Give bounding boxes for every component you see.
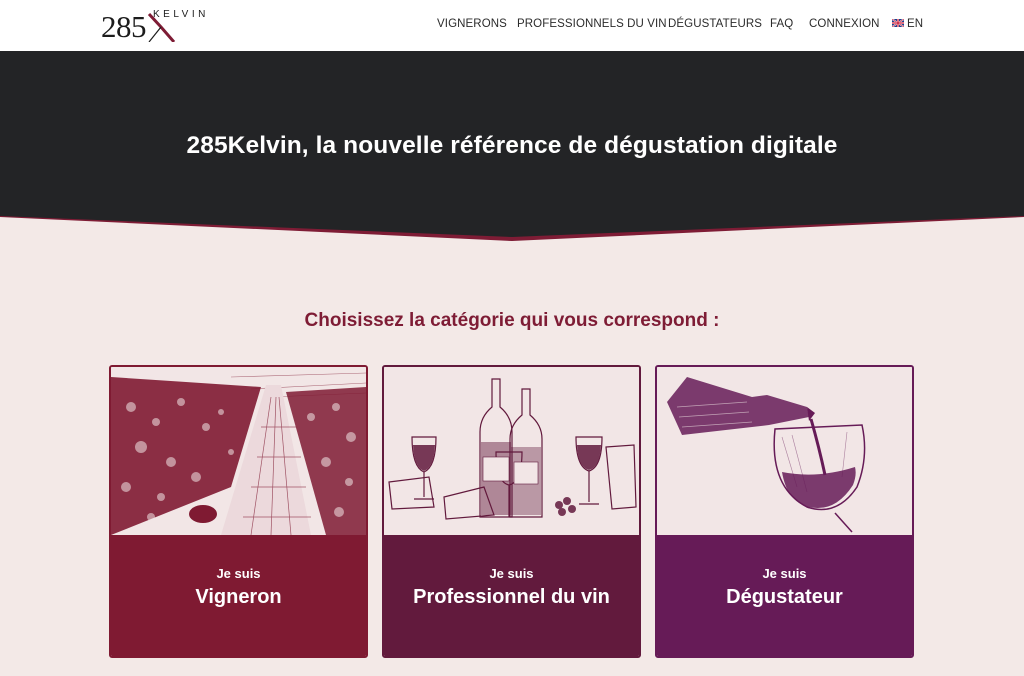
nav-item-connexion[interactable]: CONNEXION: [809, 18, 880, 30]
card-vigneron-footer: Je suis Vigneron: [111, 535, 366, 656]
hero-title: 285Kelvin, la nouvelle référence de dégu…: [186, 132, 838, 159]
card-professionnel-label: Professionnel du vin: [413, 586, 610, 608]
card-professionnel[interactable]: Je suis Professionnel du vin: [382, 365, 641, 658]
card-degustateur[interactable]: Je suis Dégustateur: [655, 365, 914, 658]
wine-pouring-glass-illustration: [657, 367, 912, 535]
nav-item-professionnels[interactable]: PROFESSIONNELS DU VIN: [517, 18, 667, 30]
uk-flag-icon: [892, 18, 904, 27]
main-nav: VIGNERONS PROFESSIONNELS DU VIN DÉGUSTAT…: [0, 0, 1024, 51]
wine-bottles-cheese-illustration: [384, 367, 639, 535]
card-professionnel-footer: Je suis Professionnel du vin: [384, 535, 639, 656]
nav-item-degustateurs[interactable]: DÉGUSTATEURS: [668, 18, 762, 30]
card-degustateur-prefix: Je suis: [762, 566, 807, 581]
card-degustateur-footer: Je suis Dégustateur: [657, 535, 912, 656]
site-header: 285 KELVIN VIGNERONS PROFESSIONNELS DU V…: [0, 0, 1024, 51]
vineyard-illustration: [111, 367, 366, 535]
card-vigneron[interactable]: Je suis Vigneron: [109, 365, 368, 658]
hero-banner: 285Kelvin, la nouvelle référence de dégu…: [0, 51, 1024, 247]
card-vigneron-label: Vigneron: [195, 586, 282, 608]
nav-item-vignerons[interactable]: VIGNERONS: [437, 18, 507, 30]
language-switcher[interactable]: EN: [892, 18, 923, 30]
card-professionnel-prefix: Je suis: [489, 566, 534, 581]
section-subtitle: Choisissez la catégorie qui vous corresp…: [304, 310, 720, 331]
nav-item-faq[interactable]: FAQ: [770, 18, 793, 30]
language-label: EN: [907, 18, 924, 30]
card-vigneron-prefix: Je suis: [216, 566, 261, 581]
card-degustateur-label: Dégustateur: [726, 586, 843, 608]
